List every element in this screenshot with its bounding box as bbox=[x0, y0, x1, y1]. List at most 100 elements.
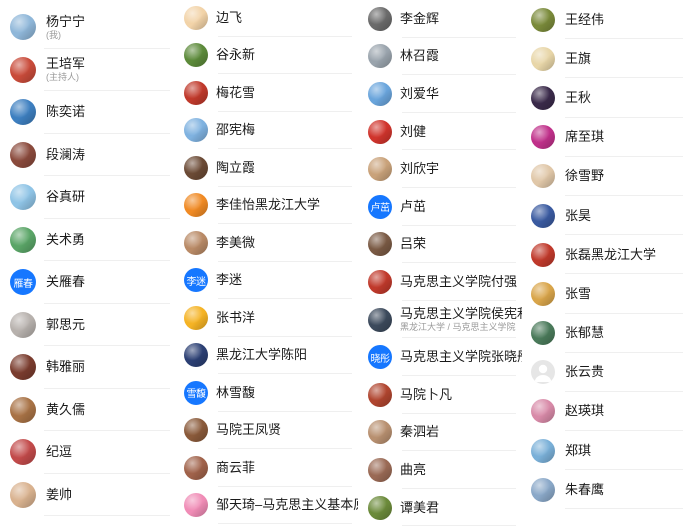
participant-text: 韩雅丽 bbox=[46, 359, 85, 375]
participant-text: 关雁春 bbox=[46, 274, 85, 290]
participant-row[interactable]: 姜帅 bbox=[6, 474, 178, 517]
participant-row[interactable]: 韩雅丽 bbox=[6, 346, 178, 389]
participant-name: 刘爱华 bbox=[400, 85, 440, 101]
avatar-photo bbox=[184, 493, 208, 518]
participant-name: 李迷 bbox=[216, 272, 243, 288]
participant-subtitle: 黑龙江大学 / 马克思主义学院 bbox=[400, 322, 516, 333]
participant-row[interactable]: 刘健 bbox=[364, 113, 524, 151]
participant-text: 张昊 bbox=[565, 208, 591, 224]
avatar-photo bbox=[184, 230, 208, 255]
participant-row[interactable]: 郭思元 bbox=[6, 304, 178, 347]
participant-name: 赵瑛琪 bbox=[565, 403, 605, 419]
participant-row[interactable]: 陶立霞 bbox=[180, 149, 360, 187]
participant-text: 陶立霞 bbox=[216, 160, 255, 176]
avatar-photo bbox=[368, 81, 392, 106]
participant-name: 关雁春 bbox=[46, 274, 86, 290]
participant-row[interactable]: 徐雪野 bbox=[527, 157, 691, 197]
participant-row[interactable]: 李佳怡黑龙江大学 bbox=[180, 187, 360, 225]
participant-text: 郑琪 bbox=[565, 443, 591, 459]
participant-row[interactable]: 吕荣 bbox=[364, 226, 524, 264]
participant-row[interactable]: 李美微 bbox=[180, 224, 360, 262]
participant-row[interactable]: 晓彤 马克思主义学院张晓彤 bbox=[364, 338, 524, 376]
participant-row[interactable]: 赵瑛琪 bbox=[527, 392, 691, 432]
participant-row[interactable]: 谷永新 bbox=[180, 37, 360, 75]
participant-row[interactable]: 张郁慧 bbox=[527, 314, 691, 353]
participant-text: 边飞 bbox=[216, 10, 242, 26]
participant-row[interactable]: 卢茁 卢茁 bbox=[364, 188, 524, 226]
avatar-photo bbox=[368, 420, 392, 445]
participant-row[interactable]: 梅花雪 bbox=[180, 74, 360, 112]
participant-row[interactable]: 纪逗 bbox=[6, 431, 178, 474]
participant-row[interactable]: 马院卜凡 bbox=[364, 376, 524, 414]
participant-row[interactable]: 邹天琦–马克思主义基本原理 bbox=[180, 487, 360, 525]
avatar-text: 李迷 bbox=[186, 276, 207, 288]
participant-column-1: 杨宁宁 (我) 王培军 (主持人) 陈奕诺 段澜涛 谷真研关术勇雁春 关雁春郭思元韩雅丽黄久儒… bbox=[6, 6, 178, 516]
participant-text: 郭思元 bbox=[46, 317, 85, 333]
participant-name: 马院王凤贤 bbox=[216, 422, 282, 438]
participant-text: 刘健 bbox=[400, 124, 426, 140]
participant-row[interactable]: 商云菲 bbox=[180, 449, 360, 487]
avatar-text: 卢茁 bbox=[370, 203, 391, 215]
participant-name: 刘欣宇 bbox=[400, 161, 440, 177]
avatar-photo bbox=[10, 439, 36, 466]
participant-row[interactable]: 边飞 bbox=[180, 0, 360, 37]
avatar-photo bbox=[368, 119, 392, 144]
participant-text: 马克思主义学院付强 bbox=[400, 274, 517, 290]
participant-row[interactable]: 李迷 李迷 bbox=[180, 262, 360, 300]
participant-row[interactable]: 刘欣宇 bbox=[364, 150, 524, 188]
participant-row[interactable]: 马克思主义学院付强 bbox=[364, 263, 524, 301]
participant-row[interactable]: 杨宁宁 (我) bbox=[6, 6, 178, 49]
participant-row[interactable]: 马院王凤贤 bbox=[180, 412, 360, 450]
participant-row[interactable]: 曲亮 bbox=[364, 451, 524, 489]
participant-text: 卢茁 bbox=[400, 199, 426, 215]
participant-row[interactable]: 张书洋 bbox=[180, 299, 360, 337]
participant-row[interactable]: 陈奕诺 bbox=[6, 91, 178, 134]
participant-row[interactable]: 张昊 bbox=[527, 196, 691, 236]
avatar-photo bbox=[531, 281, 555, 306]
participant-text: 李迷 bbox=[216, 272, 242, 288]
participant-name: 陶立霞 bbox=[216, 159, 256, 175]
participant-row[interactable]: 邵宪梅 bbox=[180, 112, 360, 150]
avatar-photo bbox=[531, 477, 555, 502]
participant-row[interactable]: 张雪 bbox=[527, 274, 691, 314]
participant-row[interactable]: 王秋 bbox=[527, 78, 691, 118]
participant-row[interactable]: 关术勇 bbox=[6, 219, 178, 262]
participant-name: 吕荣 bbox=[400, 236, 427, 252]
participant-text: 刘欣宇 bbox=[400, 161, 439, 177]
participant-text: 关术勇 bbox=[46, 232, 85, 248]
participant-name: 杨宁宁 bbox=[46, 13, 86, 29]
participant-name: 朱春鹰 bbox=[565, 481, 605, 497]
participant-row[interactable]: 黄久儒 bbox=[6, 389, 178, 432]
participant-row[interactable]: 雁春 关雁春 bbox=[6, 261, 178, 304]
participant-row[interactable]: 林召霞 bbox=[364, 38, 524, 76]
participant-row[interactable]: 秦泗岩 bbox=[364, 414, 524, 452]
participant-row[interactable]: 李金辉 bbox=[364, 0, 524, 38]
participant-name: 姜帅 bbox=[46, 486, 73, 502]
participant-name: 秦泗岩 bbox=[400, 424, 440, 440]
participant-row[interactable]: 张磊黑龙江大学 bbox=[527, 235, 691, 275]
participant-row[interactable]: 张云贵 bbox=[527, 353, 691, 393]
participant-row[interactable]: 雪馥 林雪馥 bbox=[180, 374, 360, 412]
participant-row[interactable]: 王旗 bbox=[527, 39, 691, 79]
participant-row[interactable]: 刘爱华 bbox=[364, 75, 524, 113]
participant-row[interactable]: 郑琪 bbox=[527, 431, 691, 471]
participant-row[interactable]: 马克思主义学院侯宪利 黑龙江大学 / 马克思主义学院 bbox=[364, 301, 524, 339]
participant-row[interactable]: 段澜涛 bbox=[6, 134, 178, 177]
participant-row[interactable]: 黑龙江大学陈阳 bbox=[180, 337, 360, 375]
avatar-photo bbox=[531, 125, 555, 150]
participant-name: 王旗 bbox=[565, 50, 592, 66]
avatar-photo bbox=[531, 46, 555, 71]
participant-row[interactable]: 朱春鹰 bbox=[527, 470, 691, 510]
participant-row[interactable]: 王培军 (主持人) bbox=[6, 49, 178, 92]
participant-name: 王秋 bbox=[565, 89, 592, 105]
participant-row[interactable]: 谷真研 bbox=[6, 176, 178, 219]
participant-row[interactable]: 席至琪 bbox=[527, 118, 691, 157]
participant-name: 席至琪 bbox=[565, 129, 605, 145]
avatar-photo bbox=[10, 184, 36, 211]
participant-text: 林雪馥 bbox=[216, 385, 255, 401]
participant-text: 杨宁宁 (我) bbox=[46, 14, 85, 41]
participant-row[interactable]: 王经伟 bbox=[527, 0, 691, 40]
participant-name: 马院卜凡 bbox=[400, 386, 453, 402]
participant-text: 张云贵 bbox=[565, 364, 604, 380]
participant-row[interactable]: 谭美君 bbox=[364, 489, 524, 526]
